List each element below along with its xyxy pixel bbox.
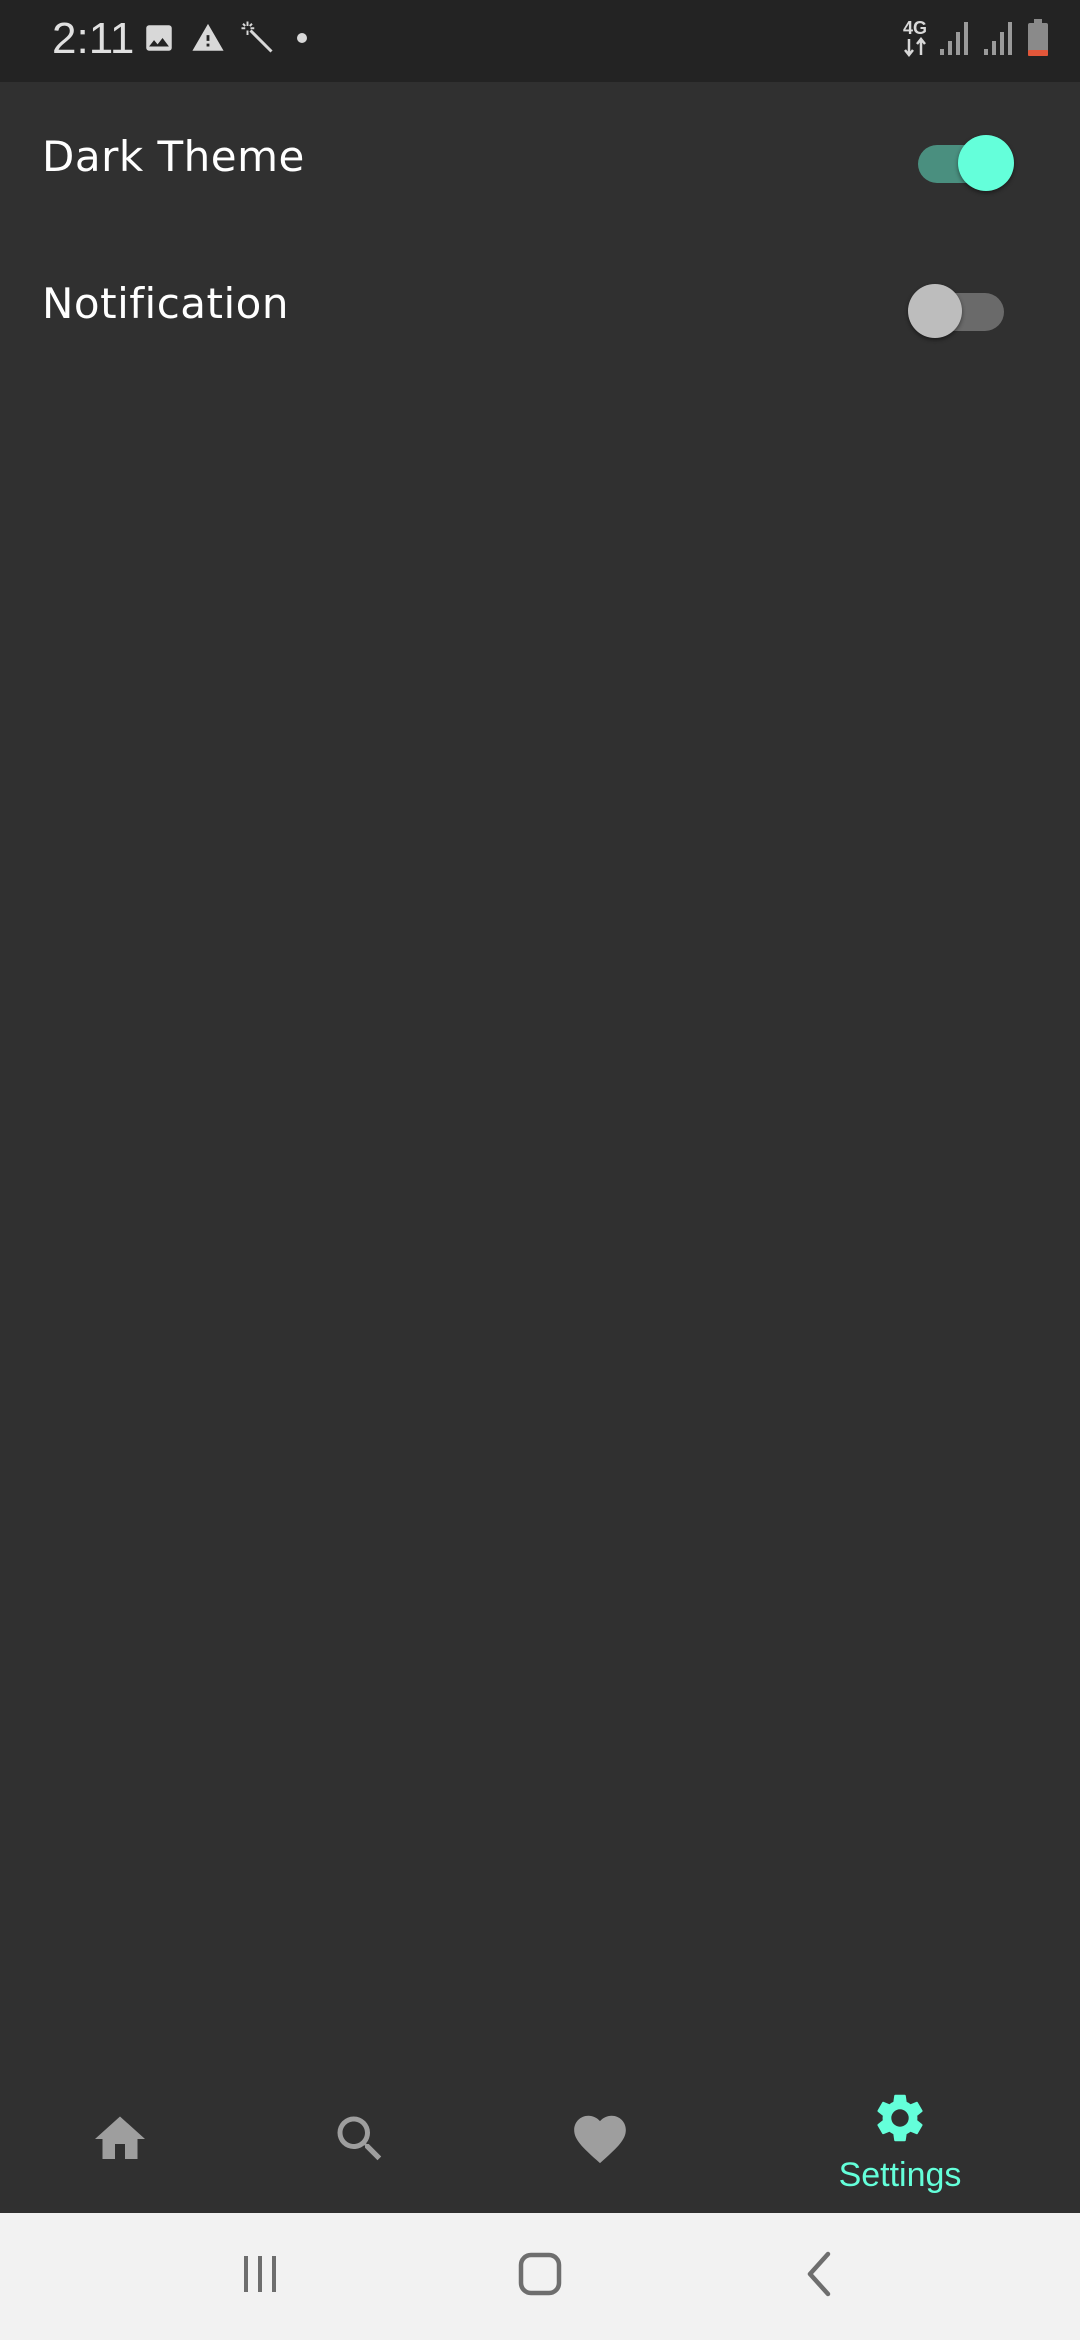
back-icon bbox=[800, 2250, 840, 2303]
dark-theme-toggle[interactable] bbox=[916, 128, 1016, 191]
status-icons-right: 4G bbox=[902, 18, 1050, 58]
warning-icon bbox=[190, 21, 226, 55]
settings-screen: 2:11 4G Dark Theme Notification Settings bbox=[0, 0, 1080, 2340]
bottom-navigation: Settings bbox=[0, 2070, 1080, 2213]
image-icon bbox=[142, 21, 176, 55]
heart-icon bbox=[569, 2108, 631, 2175]
setting-notification-row: Notification bbox=[0, 243, 1080, 363]
back-button[interactable] bbox=[760, 2213, 880, 2340]
notification-toggle[interactable] bbox=[908, 275, 1008, 338]
dark-theme-label: Dark Theme bbox=[42, 132, 305, 181]
system-navigation-bar bbox=[0, 2213, 1080, 2340]
status-icons-left bbox=[142, 20, 314, 56]
dark-theme-toggle-thumb bbox=[958, 135, 1014, 191]
dot-icon bbox=[290, 26, 314, 50]
setting-dark-theme-row: Dark Theme bbox=[0, 96, 1080, 216]
nav-item-home[interactable] bbox=[60, 2070, 180, 2213]
home-icon bbox=[90, 2109, 150, 2174]
notification-label: Notification bbox=[42, 279, 289, 328]
notification-toggle-thumb bbox=[908, 284, 962, 338]
recent-apps-icon bbox=[238, 2252, 282, 2301]
recent-apps-button[interactable] bbox=[200, 2213, 320, 2340]
search-icon bbox=[330, 2109, 390, 2174]
battery-icon bbox=[1026, 18, 1050, 58]
signal-icon bbox=[982, 19, 1016, 57]
network-label: 4G bbox=[902, 18, 927, 38]
home-button-icon bbox=[516, 2250, 564, 2303]
status-time: 2:11 bbox=[52, 14, 135, 63]
magic-wand-icon bbox=[240, 20, 276, 56]
nav-item-favorites[interactable] bbox=[540, 2070, 660, 2213]
status-bar: 2:11 4G bbox=[0, 0, 1080, 82]
nav-item-search[interactable] bbox=[300, 2070, 420, 2213]
signal-icon bbox=[938, 19, 972, 57]
gear-icon bbox=[871, 2089, 929, 2152]
nav-item-settings[interactable]: Settings bbox=[790, 2070, 1010, 2213]
network-4g-icon: 4G bbox=[902, 19, 928, 57]
nav-label-settings: Settings bbox=[838, 2155, 962, 2194]
system-home-button[interactable] bbox=[480, 2213, 600, 2340]
